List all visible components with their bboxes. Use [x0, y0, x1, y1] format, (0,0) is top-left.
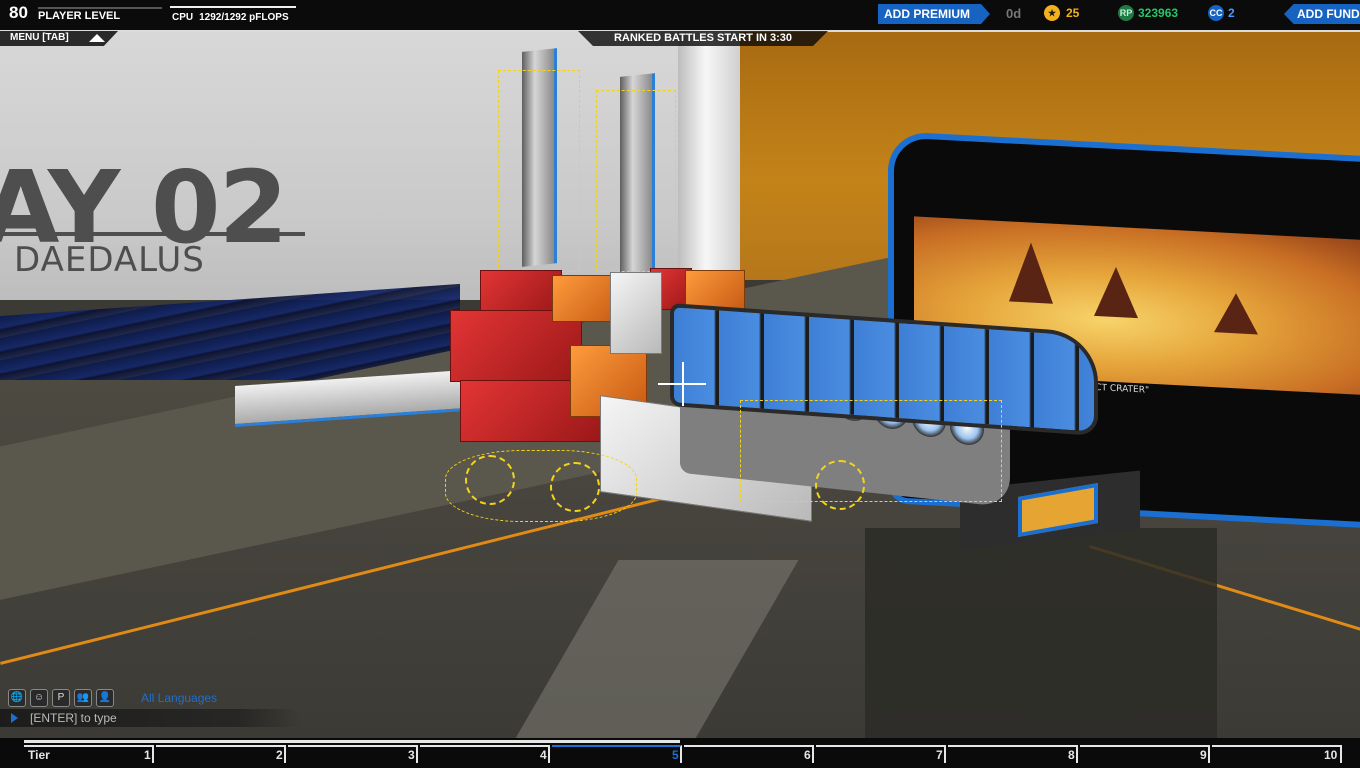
tier-segment [1212, 745, 1342, 763]
cpu-readout: CPU 1292/1292 pFLOPS [172, 12, 295, 23]
chat-input[interactable]: [ENTER] to type [0, 709, 300, 727]
tier-number-10: 10 [1324, 748, 1338, 762]
tier-segment [420, 745, 550, 763]
tier-segment [24, 745, 154, 763]
cpu-fill [170, 6, 296, 8]
add-premium-button[interactable]: ADD PREMIUM [878, 4, 990, 24]
cosmetic-credits-count: 2 [1228, 6, 1235, 20]
cpu-meter: CPU 1292/1292 pFLOPS [170, 6, 296, 24]
player-level-label: PLAYER LEVEL [38, 10, 121, 22]
chat-language-selector[interactable]: All Languages [141, 691, 217, 705]
chevron-up-icon [89, 34, 105, 42]
play-arrow-icon [11, 713, 18, 723]
globe-icon[interactable]: 🌐 [8, 689, 26, 707]
ranked-countdown-label: RANKED BATTLES START IN 3:30 [613, 32, 793, 44]
ranked-countdown: RANKED BATTLES START IN 3:30 [578, 31, 828, 46]
crosshair [682, 362, 684, 406]
thruster-gizmo [498, 70, 580, 272]
tier-segment [816, 745, 946, 763]
tier-number-8: 8 [1068, 748, 1075, 762]
menu-tab-button[interactable]: MENU [TAB] [0, 31, 118, 46]
tier-segment [684, 745, 814, 763]
thruster-gizmo [740, 400, 1002, 502]
level-progress-bar [38, 7, 162, 9]
clan-icon[interactable]: 👤 [96, 689, 114, 707]
armor-cube [610, 272, 662, 354]
tier-number-7: 7 [936, 748, 943, 762]
cpu-value: 1292/1292 pFLOPS [199, 12, 289, 23]
tier-segment [288, 745, 418, 763]
tier-number-3: 3 [408, 748, 415, 762]
robits-icon: RP [1118, 5, 1134, 21]
tier-number-9: 9 [1200, 748, 1207, 762]
cosmetic-credits-icon: CC [1208, 5, 1224, 21]
friend-icon[interactable]: 👥 [74, 689, 92, 707]
wheel-gizmo [445, 450, 637, 522]
party-icon[interactable]: P [52, 689, 70, 707]
robits-count: 323963 [1138, 6, 1179, 20]
tier-segment [552, 745, 682, 763]
chat-input-placeholder: [ENTER] to type [30, 711, 117, 725]
accessibility-icon[interactable]: ☺ [30, 689, 48, 707]
thruster-gizmo [596, 90, 676, 272]
cpu-bar [170, 6, 296, 8]
armor-cube [480, 270, 562, 312]
garage-scene: AY 02 DAEDALUS IMPACT CRATER" [0, 0, 1360, 768]
add-funds-button[interactable]: ADD FUNDS [1284, 4, 1360, 24]
tier-number-2: 2 [276, 748, 283, 762]
stars-count: 25 [1066, 6, 1080, 20]
cpu-label: CPU [172, 12, 194, 23]
tier-segment [1080, 745, 1210, 763]
star-icon: ★ [1044, 5, 1060, 21]
tier-number-6: 6 [804, 748, 811, 762]
tier-segment [948, 745, 1078, 763]
player-level-number: 80 [9, 3, 28, 22]
tier-progress-line [24, 740, 680, 743]
premium-days: 0d [1006, 6, 1022, 21]
tier-number-1: 1 [144, 748, 151, 762]
menu-tab-label: MENU [TAB] [10, 32, 69, 43]
tier-segment [156, 745, 286, 763]
tier-number-5: 5 [672, 748, 679, 762]
tier-number-4: 4 [540, 748, 547, 762]
robot-wing [235, 369, 465, 428]
